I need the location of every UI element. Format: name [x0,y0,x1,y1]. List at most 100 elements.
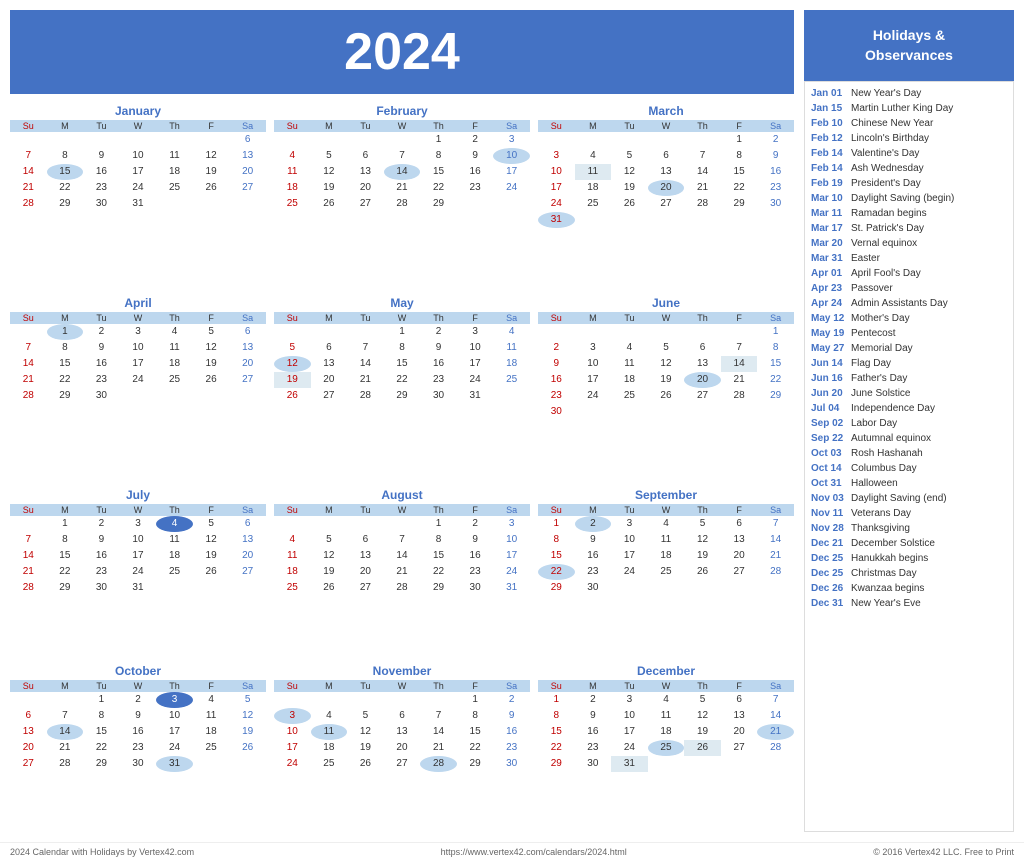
calendar-day: 3 [538,148,575,164]
holiday-name: December Solstice [851,536,935,551]
calendar-day: 2 [83,516,120,532]
calendar-day: 15 [47,548,84,564]
calendar-day: 29 [721,196,758,212]
holiday-item: May 19Pentecost [811,326,1007,341]
holiday-item: Feb 10Chinese New Year [811,116,1007,131]
calendar-day: 9 [420,340,457,356]
calendar-day [684,132,721,148]
calendar-day: 24 [575,388,612,404]
calendar-day: 11 [493,340,530,356]
calendar-day: 18 [575,180,612,196]
calendar-day: 19 [193,356,230,372]
calendar-day: 4 [156,324,193,340]
calendar-day: 8 [538,708,575,724]
footer-right: © 2016 Vertex42 LLC. Free to Print [873,847,1014,857]
holiday-item: Nov 28Thanksgiving [811,521,1007,536]
calendar-day: 4 [156,516,193,532]
calendar-day: 6 [10,708,47,724]
holiday-name: Daylight Saving (end) [851,491,947,506]
holiday-item: Sep 02Labor Day [811,416,1007,431]
calendar-day: 30 [757,196,794,212]
holiday-name: Memorial Day [851,341,913,356]
calendar-day [648,212,685,228]
calendar-day: 26 [684,740,721,756]
calendar-day: 16 [493,724,530,740]
calendar-day: 27 [10,756,47,772]
calendar-day: 12 [684,532,721,548]
calendar-day: 14 [10,356,47,372]
holiday-item: Apr 24Admin Assistants Day [811,296,1007,311]
calendar-day: 25 [156,372,193,388]
calendar-day: 10 [575,356,612,372]
calendar-day: 4 [575,148,612,164]
calendar-day: 15 [420,548,457,564]
calendar-day: 2 [83,324,120,340]
month-name-october: October [10,664,266,678]
holiday-name: Columbus Day [851,461,917,476]
holiday-date: Mar 31 [811,251,847,266]
calendar-day: 30 [120,756,157,772]
calendar-day [347,516,384,532]
calendar-day: 18 [193,724,230,740]
holiday-item: Oct 14Columbus Day [811,461,1007,476]
calendar-day: 31 [156,756,193,772]
calendar-day: 28 [757,740,794,756]
calendar-day: 11 [575,164,612,180]
holiday-date: Feb 14 [811,146,847,161]
calendar-day: 21 [757,548,794,564]
calendar-day: 30 [493,756,530,772]
calendar-day: 6 [347,148,384,164]
calendar-day: 28 [10,388,47,404]
calendar-day: 25 [575,196,612,212]
holiday-item: Mar 31Easter [811,251,1007,266]
calendar-day: 23 [457,180,494,196]
calendar-day: 13 [384,724,421,740]
calendar-day: 30 [457,580,494,596]
calendar-day: 3 [493,132,530,148]
calendar-day: 22 [420,180,457,196]
calendar-day [10,132,47,148]
calendar-day: 30 [83,580,120,596]
calendar-day: 2 [575,516,612,532]
calendar-day: 24 [156,740,193,756]
holiday-item: Feb 14Valentine's Day [811,146,1007,161]
calendar-day: 27 [229,372,266,388]
calendar-day: 14 [721,356,758,372]
calendar-day: 9 [575,708,612,724]
holiday-item: Feb 12Lincoln's Birthday [811,131,1007,146]
calendar-day: 28 [721,388,758,404]
calendar-day: 16 [120,724,157,740]
calendar-day: 29 [47,580,84,596]
calendar-day: 21 [10,372,47,388]
calendar-day: 23 [83,372,120,388]
calendar-day: 22 [538,740,575,756]
calendar-day: 9 [575,532,612,548]
calendar-day: 31 [457,388,494,404]
calendar-day: 17 [120,548,157,564]
holiday-item: Apr 23Passover [811,281,1007,296]
calendar-day: 25 [648,740,685,756]
holiday-date: Feb 14 [811,161,847,176]
holiday-item: Mar 17St. Patrick's Day [811,221,1007,236]
calendar-day: 27 [648,196,685,212]
calendar-day: 15 [384,356,421,372]
calendar-day: 3 [575,340,612,356]
holidays-list: Jan 01New Year's DayJan 15Martin Luther … [804,81,1014,832]
calendar-day: 21 [347,372,384,388]
calendar-day: 10 [493,148,530,164]
calendar-day: 9 [457,532,494,548]
calendar-day: 8 [721,148,758,164]
calendar-day [721,580,758,596]
calendar-day [384,516,421,532]
calendar-day: 31 [538,212,575,228]
calendar-day: 24 [611,740,648,756]
calendar-day: 22 [420,564,457,580]
calendar-day: 6 [384,708,421,724]
calendar-day: 28 [384,580,421,596]
calendar-day: 5 [347,708,384,724]
calendar-day: 22 [457,740,494,756]
calendar-day: 30 [575,580,612,596]
calendar-day: 17 [457,356,494,372]
month-february: FebruarySuMTuWThFSa123456789101112131415… [274,104,530,288]
holiday-name: Father's Day [851,371,907,386]
